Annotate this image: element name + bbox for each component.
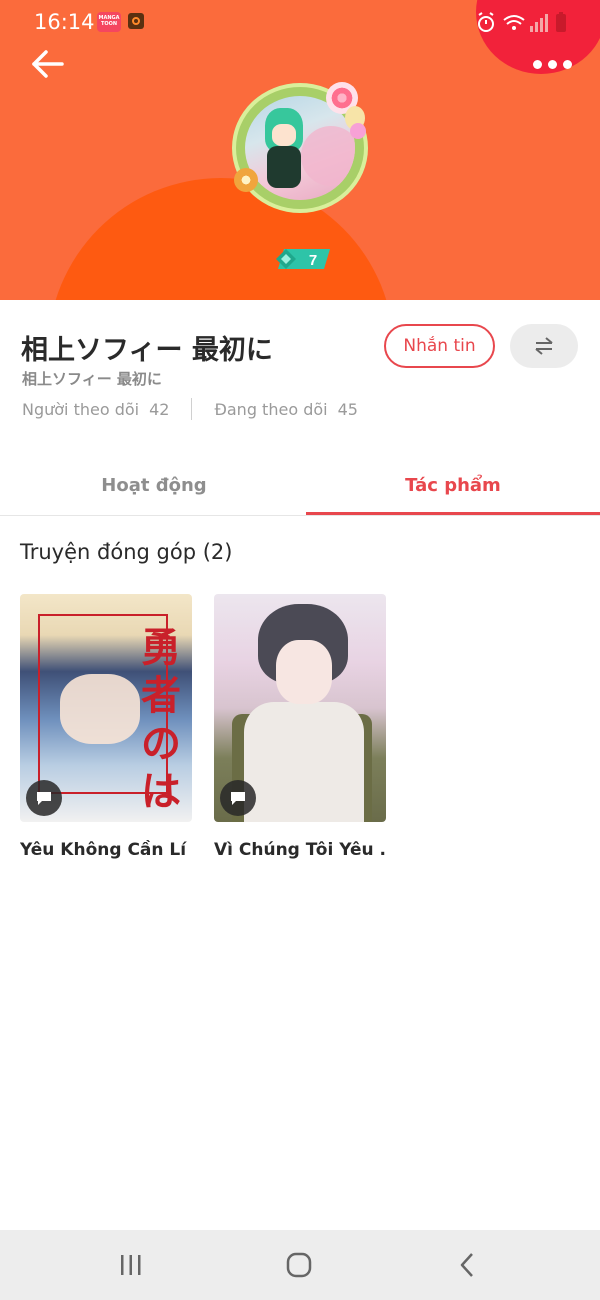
followers-count: 42 [149,399,170,419]
cover-shirt [244,702,364,822]
followers-link[interactable]: Người theo dõi 42 [22,400,169,419]
work-cover-image [214,594,386,822]
following-label: Đang theo dõi [214,399,328,419]
battery-icon [556,12,566,32]
signal-icon [530,14,548,32]
work-cover-image: 勇者のはるみ [20,594,192,822]
profile-tabs: Hoạt động Tác phẩm [0,456,600,516]
wifi-icon [503,15,525,30]
mangatoon-notification-icon: MANGA TOON [97,12,121,32]
chat-bubble-icon [220,780,256,816]
follow-stats: Người theo dõi 42 Đang theo dõi 45 [22,398,358,420]
stats-divider [191,398,193,420]
swap-button[interactable] [510,324,578,368]
screen-record-icon [128,13,144,29]
following-link[interactable]: Đang theo dõi 45 [214,400,357,419]
avatar-figure-face [272,124,296,146]
active-tab-indicator [306,512,600,515]
more-dot-icon [547,59,557,69]
work-card[interactable]: 勇者のはるみ Yêu Không Cần Lí ... [20,594,192,860]
avatar-frame-candy-decoration [350,123,366,139]
level-number: 7 [309,252,317,269]
home-button[interactable] [279,1248,319,1282]
chat-glyph [231,792,245,805]
recent-apps-button[interactable] [111,1248,151,1282]
more-options-button[interactable] [528,52,576,76]
profile-subtitle: 相上ソフィー 最初に [22,370,162,388]
tab-works[interactable]: Tác phẩm [306,456,600,514]
avatar-tree-decoration [301,126,355,186]
cover-face-illustration [276,640,332,704]
chat-glyph [37,792,51,805]
work-title: Vì Chúng Tôi Yêu ... [214,840,386,860]
recent-apps-icon [121,1255,141,1275]
more-dot-icon [562,59,572,69]
following-count: 45 [337,399,358,419]
more-dot-icon [532,59,542,69]
tab-activity[interactable]: Hoạt động [0,456,308,514]
avatar-frame-candy-decoration [234,168,258,192]
system-back-button[interactable] [447,1248,487,1282]
swap-arrows-icon [535,337,553,355]
back-arrow-icon[interactable] [28,44,68,84]
level-badge: 7 [276,249,330,269]
avatar-figure-body [267,146,301,188]
cover-title-art: 勇者のはるみ [141,624,181,822]
status-icons [478,12,566,32]
chat-bubble-icon [26,780,62,816]
system-nav-bar [0,1230,600,1300]
chevron-left-icon [460,1253,473,1277]
home-icon [286,1252,312,1278]
profile-header: 16:14 MANGA TOON 7 [0,0,600,300]
profile-name: 相上ソフィー 最初に [21,335,273,366]
status-time: 16:14 [34,10,95,34]
alarm-icon [478,12,494,32]
work-title: Yêu Không Cần Lí ... [20,840,192,860]
followers-label: Người theo dõi [22,399,140,419]
work-card[interactable]: Vì Chúng Tôi Yêu ... [214,594,386,860]
status-bar: 16:14 MANGA TOON [0,0,600,46]
message-button[interactable]: Nhắn tin [384,324,495,368]
section-title: Truyện đóng góp (2) [20,540,233,564]
